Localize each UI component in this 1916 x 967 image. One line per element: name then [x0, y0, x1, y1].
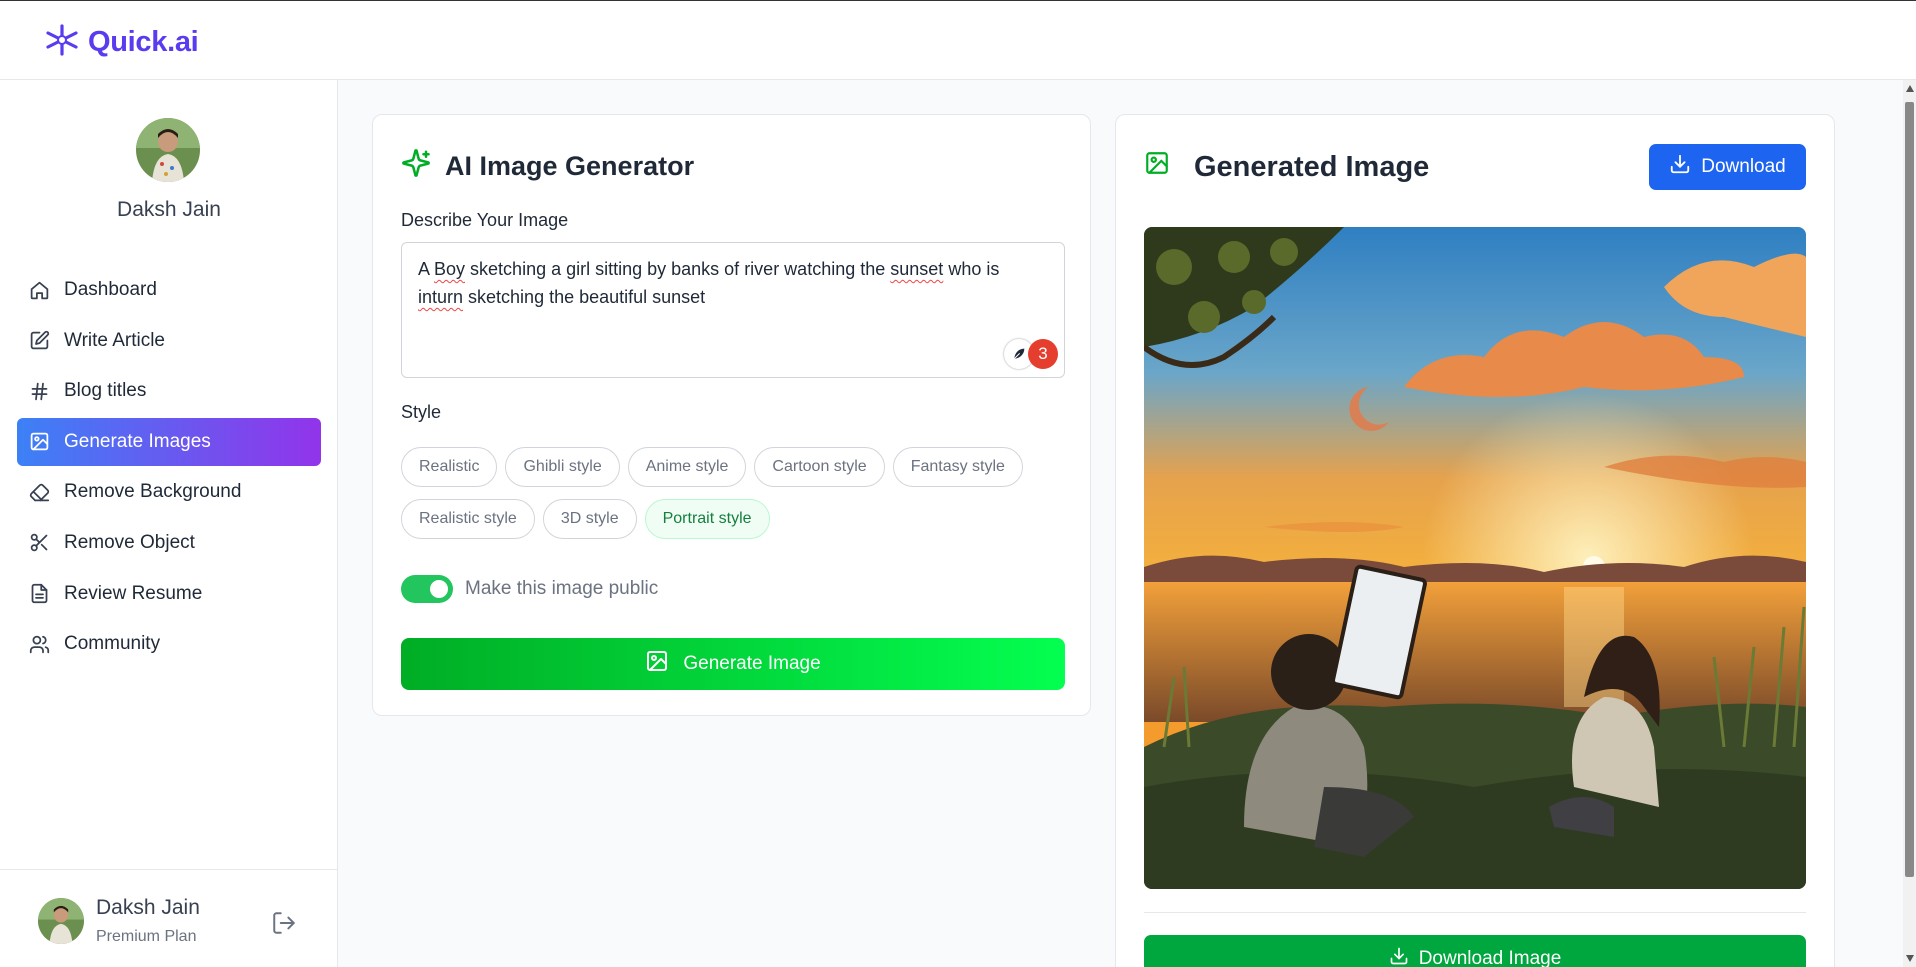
grammar-issue-count: 3	[1028, 339, 1058, 369]
sidebar-item-label: Remove Background	[64, 481, 242, 503]
eraser-icon	[28, 481, 50, 503]
prompt-text-misspelled: sunset	[890, 259, 944, 279]
prompt-text-misspelled: inturn	[418, 287, 464, 307]
users-icon	[28, 633, 50, 655]
sidebar-item-label: Community	[64, 633, 161, 655]
user-name: Daksh Jain	[117, 198, 221, 221]
prompt-text: who is	[943, 259, 1000, 279]
sidebar-item-review-resume[interactable]: Review Resume	[17, 570, 321, 618]
sidebar-item-write-article[interactable]: Write Article	[17, 317, 321, 365]
download-label: Download	[1701, 156, 1786, 177]
style-chip-3d[interactable]: 3D style	[542, 499, 637, 539]
public-toggle-label: Make this image public	[465, 578, 659, 599]
image-generator-card: AI Image Generator Describe Your Image A…	[372, 114, 1091, 716]
generated-image[interactable]	[1144, 227, 1806, 889]
user-avatar-small[interactable]	[38, 898, 84, 944]
square-pen-icon	[28, 330, 50, 352]
sparkles-icon	[401, 148, 431, 185]
user-avatar[interactable]	[136, 118, 200, 182]
sidebar-item-blog-titles[interactable]: Blog titles	[17, 367, 321, 415]
result-title: Generated Image	[1144, 150, 1429, 184]
sidebar-item-label: Dashboard	[64, 279, 157, 300]
sidebar-item-dashboard[interactable]: Dashboard	[17, 266, 321, 314]
house-icon	[28, 279, 50, 301]
style-label: Style	[401, 402, 442, 422]
sidebar-item-remove-object[interactable]: Remove Object	[17, 519, 321, 567]
public-toggle[interactable]	[401, 575, 453, 603]
scrollbar-thumb[interactable]	[1905, 102, 1914, 877]
footer-user-plan: Premium Plan	[96, 928, 197, 945]
generate-image-button[interactable]: Generate Image	[401, 638, 1065, 690]
scroll-up-arrow-icon[interactable]	[1906, 85, 1914, 92]
sidebar-item-label: Review Resume	[64, 582, 203, 604]
sparkle-logo-icon	[44, 23, 80, 62]
generated-image-card: Generated Image Download Download Image	[1115, 114, 1835, 967]
image-icon	[28, 431, 50, 453]
top-navbar: Quick.ai	[0, 0, 1916, 80]
app-logo[interactable]: Quick.ai	[44, 23, 199, 62]
prompt-text-misspelled: Boy	[434, 259, 466, 279]
footer-user-name: Daksh Jain	[96, 896, 200, 919]
image-icon	[645, 649, 669, 679]
download-icon	[1389, 946, 1409, 967]
logout-icon[interactable]	[271, 910, 297, 941]
grammar-checker-badge[interactable]: 3	[1004, 339, 1058, 369]
style-chip-realistic[interactable]: Realistic	[401, 447, 498, 487]
sidebar-item-generate-images[interactable]: Generate Images	[17, 417, 321, 466]
download-icon	[1669, 153, 1691, 181]
download-button[interactable]: Download	[1649, 144, 1806, 190]
sidebar-user-footer: Daksh Jain Premium Plan	[0, 869, 338, 967]
prompt-label: Describe Your Image	[401, 210, 569, 230]
download-image-label: Download Image	[1418, 948, 1562, 967]
generator-title: AI Image Generator	[401, 148, 694, 185]
prompt-text: sketching the beautiful sunset	[463, 287, 706, 307]
style-options: Realistic Ghibli style Anime style Cartoon …	[401, 447, 1081, 551]
sidebar-item-label: Remove Object	[64, 531, 195, 553]
sidebar: Daksh Jain Dashboard Write Article Blog …	[0, 80, 338, 967]
style-chip-portrait[interactable]: Portrait style	[644, 499, 770, 539]
image-icon	[1144, 150, 1170, 184]
hash-icon	[28, 380, 50, 402]
scissors-icon	[28, 532, 50, 554]
file-text-icon	[28, 583, 50, 605]
result-title-text: Generated Image	[1194, 150, 1430, 183]
page-scrollbar[interactable]	[1903, 80, 1916, 967]
style-chip-ghibli[interactable]: Ghibli style	[505, 447, 620, 487]
sidebar-item-label: Write Article	[64, 329, 166, 351]
download-image-button[interactable]: Download Image	[1144, 935, 1806, 967]
style-chip-fantasy[interactable]: Fantasy style	[892, 447, 1023, 487]
generate-image-label: Generate Image	[683, 653, 821, 674]
public-toggle-row: Make this image public	[401, 575, 658, 603]
prompt-text: sketching a girl sitting by banks of riv…	[465, 259, 891, 279]
sidebar-item-label: Generate Images	[64, 430, 211, 452]
style-chip-anime[interactable]: Anime style	[627, 447, 747, 487]
sidebar-item-label: Blog titles	[64, 380, 147, 402]
prompt-text: A	[418, 259, 435, 279]
style-chip-cartoon[interactable]: Cartoon style	[754, 447, 885, 487]
generator-title-text: AI Image Generator	[445, 151, 695, 181]
sidebar-item-community[interactable]: Community	[17, 620, 321, 668]
sidebar-item-remove-background[interactable]: Remove Background	[17, 468, 321, 516]
app-name: Quick.ai	[88, 26, 199, 58]
scroll-down-arrow-icon[interactable]	[1906, 955, 1914, 962]
sidebar-nav: Dashboard Write Article Blog titles Gene…	[17, 266, 321, 671]
prompt-textarea[interactable]: A Boy sketching a girl sitting by banks …	[401, 242, 1065, 378]
divider	[1144, 912, 1806, 913]
style-chip-realistic-style[interactable]: Realistic style	[401, 499, 535, 539]
